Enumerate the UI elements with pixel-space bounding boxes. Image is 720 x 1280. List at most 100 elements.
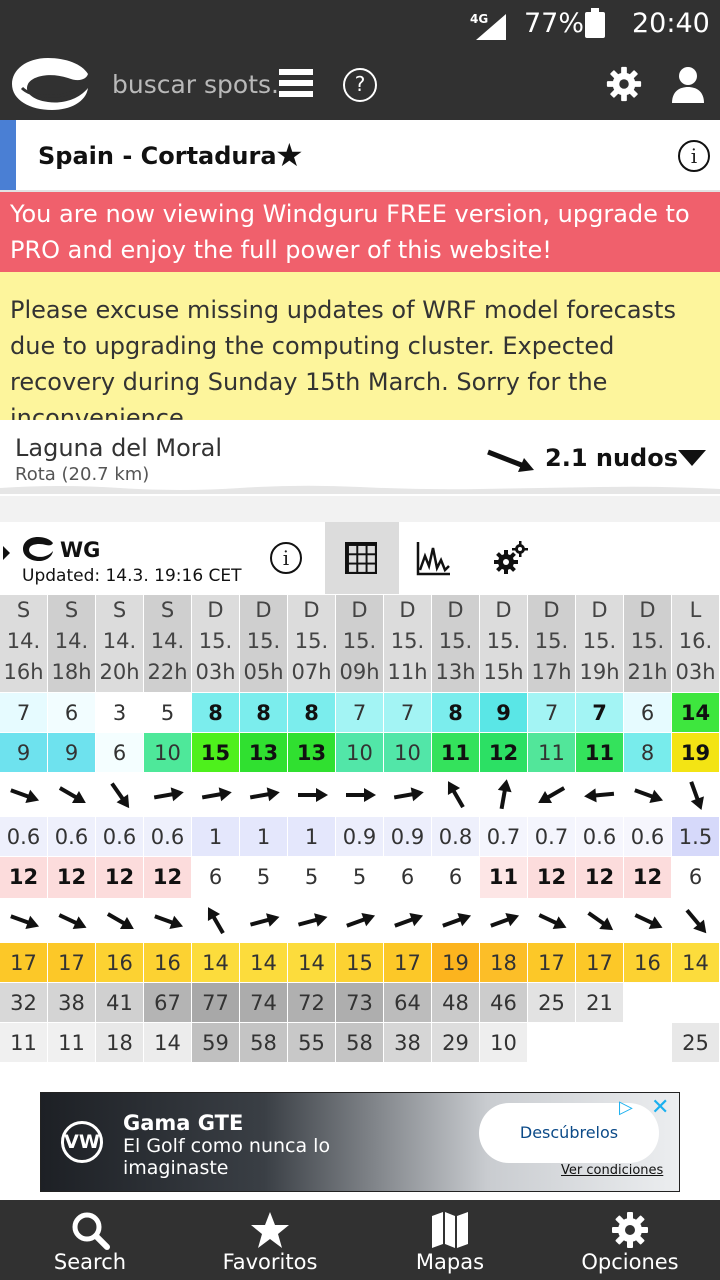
advertisement[interactable]: VW Gama GTE El Golf como nunca lo imagin… [40, 1092, 680, 1192]
forecast-cloud-cover-cell: 74 [240, 983, 287, 1022]
forecast-rain-cell: 10 [480, 1023, 527, 1062]
forecast-temperature-cell: 16 [144, 943, 191, 982]
forecast-wave-period-cell: 12 [144, 857, 191, 898]
forecast-cloud-cover-cell [624, 983, 671, 1022]
forecast-day-label: D [543, 598, 560, 622]
nav-maps[interactable]: Mapas [360, 1200, 540, 1280]
user-icon[interactable] [670, 65, 706, 103]
forecast-header-cell: D 15. 03h [192, 595, 239, 692]
forecast-wind-speed-cell: 6 [48, 693, 95, 732]
forecast-wave-height-cell: 0.6 [576, 817, 623, 856]
settings-gear-icon[interactable] [605, 65, 643, 103]
station-name: Laguna del Moral [15, 434, 222, 462]
wg-model-logo [23, 537, 53, 561]
help-icon[interactable]: ? [343, 68, 377, 102]
battery-level: 77% [524, 8, 585, 39]
forecast-wind-gusts-cell: 15 [192, 733, 239, 772]
forecast-date-label: 15. [294, 629, 329, 653]
nav-search[interactable]: Search [0, 1200, 180, 1280]
ad-close-icon[interactable]: ✕ [651, 1095, 673, 1120]
spot-info-icon[interactable]: i [678, 140, 710, 172]
forecast-date-label: 16. [678, 629, 713, 653]
forecast-wind-gusts-cell: 11 [528, 733, 575, 772]
forecast-wind-speed-cell: 9 [480, 693, 527, 732]
star-icon [251, 1212, 289, 1248]
forecast-wave-period-cell: 6 [672, 857, 719, 898]
forecast-day-label: D [207, 598, 224, 622]
forecast-temperature-cell: 14 [192, 943, 239, 982]
forecast-wave-height-cell: 0.7 [480, 817, 527, 856]
favorite-star-icon[interactable]: ★ [275, 136, 304, 174]
search-input[interactable]: buscar spots. [112, 70, 279, 99]
wind-direction-arrow [576, 773, 623, 816]
nav-favorites[interactable]: Favoritos [180, 1200, 360, 1280]
forecast-cloud-cover-cell: 46 [480, 983, 527, 1022]
forecast-wave-period-cell: 12 [0, 857, 47, 898]
forecast-rain-cell: 29 [432, 1023, 479, 1062]
forecast-hour-label: 07h [291, 660, 332, 684]
forecast-wave-height-cell: 1.5 [672, 817, 719, 856]
wave-direction-arrow [480, 899, 527, 942]
wave-direction-arrow [576, 899, 623, 942]
forecast-date-label: 15. [246, 629, 281, 653]
forecast-cloud-cover-cell: 48 [432, 983, 479, 1022]
forecast-header-cell: S 14. 20h [96, 595, 143, 692]
wave-direction-arrow [624, 899, 671, 942]
ad-title: Gama GTE [123, 1111, 244, 1135]
model-settings-icon[interactable] [492, 540, 528, 576]
forecast-hour-label: 19h [579, 660, 620, 684]
forecast-wave-height-cell: 0.6 [0, 817, 47, 856]
forecast-day-label: D [255, 598, 272, 622]
table-grid-icon [345, 542, 377, 574]
upgrade-banner[interactable]: You are now viewing Windguru FREE versio… [0, 192, 720, 272]
forecast-temperature-cell: 14 [240, 943, 287, 982]
wave-direction-arrow [336, 899, 383, 942]
forecast-header-cell: D 15. 11h [384, 595, 431, 692]
forecast-date-label: 15. [198, 629, 233, 653]
forecast-wind-gusts-cell: 12 [480, 733, 527, 772]
forecast-wind-speed-cell: 7 [336, 693, 383, 732]
station-widget[interactable]: Laguna del Moral Rota (20.7 km) 2.1 nudo… [0, 420, 720, 496]
forecast-header-cell: S 14. 16h [0, 595, 47, 692]
wind-direction-arrow [432, 773, 479, 816]
forecast-wave-height-cell: 1 [240, 817, 287, 856]
forecast-day-label: D [399, 598, 416, 622]
forecast-day-label: L [689, 598, 702, 622]
ad-conditions-link[interactable]: Ver condiciones [561, 1163, 663, 1178]
forecast-date-label: 15. [630, 629, 665, 653]
expand-icon[interactable] [3, 546, 10, 560]
forecast-wave-period-cell: 12 [528, 857, 575, 898]
ad-choices-icon[interactable]: ▷ [619, 1097, 641, 1119]
windguru-logo[interactable] [8, 54, 92, 114]
forecast-wind-speed-cell: 7 [528, 693, 575, 732]
nav-options[interactable]: Opciones [540, 1200, 720, 1280]
forecast-temperature-cell: 15 [336, 943, 383, 982]
forecast-hour-label: 22h [147, 660, 188, 684]
nav-options-label: Opciones [581, 1250, 679, 1274]
app-header: buscar spots. ? [0, 50, 720, 120]
forecast-hour-label: 03h [675, 660, 716, 684]
forecast-hour-label: 13h [435, 660, 476, 684]
wave-direction-arrow [240, 899, 287, 942]
forecast-header-cell: D 15. 17h [528, 595, 575, 692]
clock: 20:40 [632, 8, 710, 39]
forecast-rain-cell: 38 [384, 1023, 431, 1062]
ad-text: El Golf como nunca lo imaginaste [123, 1135, 331, 1179]
forecast-rain-cell: 11 [0, 1023, 47, 1062]
forecast-wave-height-cell: 0.6 [96, 817, 143, 856]
forecast-hour-label: 03h [195, 660, 236, 684]
forecast-wave-period-cell: 5 [240, 857, 287, 898]
wind-direction-arrow [480, 773, 527, 816]
menu-icon[interactable] [279, 69, 313, 101]
station-dropdown-icon[interactable] [678, 450, 706, 466]
table-view-tab[interactable] [325, 522, 399, 594]
forecast-rain-cell: 58 [240, 1023, 287, 1062]
model-info-icon[interactable]: i [270, 542, 302, 574]
forecast-cloud-cover-cell [672, 983, 719, 1022]
wave-direction-arrow [48, 899, 95, 942]
forecast-wind-gusts-cell: 13 [240, 733, 287, 772]
forecast-date-label: 14. [54, 629, 89, 653]
forecast-wind-speed-cell: 7 [384, 693, 431, 732]
forecast-cloud-cover-cell: 64 [384, 983, 431, 1022]
graph-view-icon[interactable] [416, 540, 452, 576]
